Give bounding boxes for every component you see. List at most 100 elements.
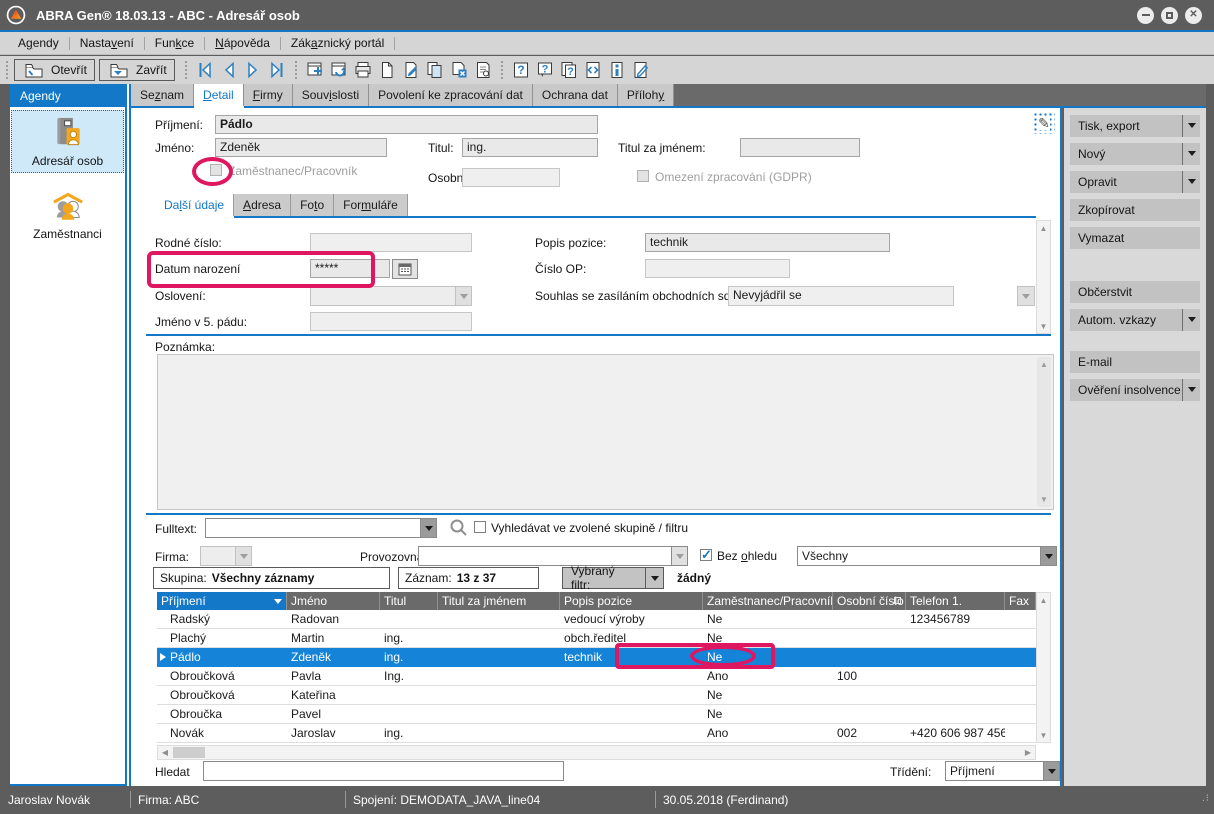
menu-funkce[interactable]: Funkce (145, 33, 204, 53)
scroll-up-icon[interactable]: ▲ (1037, 360, 1051, 369)
help-pages-icon[interactable]: ? (559, 60, 579, 80)
titul-za-jmenem-field[interactable] (740, 138, 860, 157)
autom-vzkazy-button[interactable]: Autom. vzkazy (1070, 309, 1200, 331)
scrollbar-thumb[interactable] (173, 747, 205, 758)
subtab-adresa[interactable]: Adresa (234, 194, 291, 216)
table-header[interactable]: PříjmeníJménoTitulTitul za jménemPopis p… (157, 592, 1036, 610)
close-button[interactable]: ✕ (1185, 7, 1202, 24)
resize-grip[interactable]: .⁝ (1202, 793, 1210, 811)
skupina-box[interactable]: Skupina:Všechny záznamy (153, 567, 390, 589)
fields-scrollbar[interactable]: ▲ ▼ (1036, 220, 1051, 334)
scroll-down-icon[interactable]: ▼ (1037, 319, 1050, 333)
jmeno-field[interactable]: Zdeněk (215, 138, 387, 157)
add-record-icon[interactable] (305, 60, 325, 80)
dropdown-arrow-icon[interactable] (1182, 309, 1200, 331)
poznamka-scrollbar[interactable]: ▲▼ (1037, 357, 1051, 507)
dropdown-arrow-icon[interactable] (1182, 171, 1200, 193)
vybrany-filtr-button[interactable]: Vybraný filtr: (562, 567, 664, 589)
novy-button[interactable]: Nový (1070, 143, 1200, 165)
tab-firmy[interactable]: Firmy (244, 84, 293, 106)
obcerstvit-button[interactable]: Občerstvit (1070, 281, 1200, 303)
previous-record-icon[interactable] (219, 60, 239, 80)
edit-document-icon[interactable] (401, 60, 421, 80)
column-header[interactable]: Jméno (287, 592, 380, 610)
calendar-button[interactable] (392, 259, 418, 279)
toolbar-grip[interactable] (295, 61, 297, 79)
edit-layout-icon[interactable]: ✎ (1033, 112, 1055, 134)
scroll-left-icon[interactable]: ◀ (158, 746, 172, 759)
sort-arrow-icon[interactable] (274, 599, 282, 608)
table-row[interactable]: ObroučkováKateřinaNe (157, 686, 1036, 705)
column-header[interactable]: Osobní číslo (833, 592, 906, 610)
sidebar-item-adresar-osob[interactable]: Adresář osob (11, 110, 124, 173)
hledat-input[interactable] (203, 761, 564, 781)
table-row[interactable]: NovákJaroslaving.Ano002+420 606 987 456 (157, 724, 1036, 743)
zkopirovat-button[interactable]: Zkopírovat (1070, 199, 1200, 221)
tab-souvislosti[interactable]: Souvislosti (293, 84, 369, 106)
column-option-icon[interactable] (894, 597, 901, 604)
new-document-icon[interactable] (377, 60, 397, 80)
toolbar-grip[interactable] (6, 61, 8, 79)
bez-ohledu-checkbox[interactable] (700, 549, 712, 561)
related-pages-icon[interactable] (583, 60, 603, 80)
popis-pozice-field[interactable]: technik (645, 233, 890, 252)
prijmeni-field[interactable]: Pádlo (215, 115, 598, 134)
context-help-icon[interactable]: ? (535, 60, 555, 80)
vymazat-button[interactable]: Vymazat (1070, 227, 1200, 249)
search-in-group-checkbox[interactable] (474, 521, 486, 533)
tab-detail[interactable]: Detail (194, 84, 244, 106)
column-header[interactable]: Popis pozice (560, 592, 703, 610)
tab-prilohy[interactable]: Přílohy (618, 84, 674, 106)
open-button[interactable]: Otevřít (14, 59, 95, 81)
scroll-down-icon[interactable]: ▼ (1037, 495, 1051, 504)
search-icon[interactable] (448, 517, 469, 538)
opravit-button[interactable]: Opravit (1070, 171, 1200, 193)
datum-narozeni-field[interactable]: ***** (310, 259, 390, 278)
table-vertical-scrollbar[interactable]: ▲ ▼ (1036, 592, 1051, 743)
column-header[interactable]: Telefon 1. (906, 592, 1005, 610)
table-row[interactable]: RadskýRadovanvedoucí výrobyNe123456789 (157, 610, 1036, 629)
email-button[interactable]: E-mail (1070, 351, 1200, 373)
table-row[interactable]: ObroučkováPavlaIng.Ano100 (157, 667, 1036, 686)
sidebar-item-zamestnanci[interactable]: Zaměstnanci (11, 187, 124, 245)
table-row[interactable]: ObroučkaPavelNe (157, 705, 1036, 724)
dropdown-arrow-icon[interactable] (671, 547, 687, 565)
menu-nastaveni[interactable]: Nastavení (70, 33, 144, 53)
help-icon[interactable]: ? (511, 60, 531, 80)
titul-field[interactable]: ing. (462, 138, 598, 157)
dropdown-arrow-icon[interactable] (1182, 115, 1200, 137)
document-list-icon[interactable] (473, 60, 493, 80)
next-record-icon[interactable] (243, 60, 263, 80)
menu-napoveda[interactable]: Nápověda (205, 33, 280, 53)
dropdown-arrow-icon[interactable] (420, 519, 436, 537)
print-icon[interactable] (353, 60, 373, 80)
column-header[interactable]: Fax (1005, 592, 1036, 610)
scroll-up-icon[interactable]: ▲ (1037, 221, 1050, 235)
maximize-button[interactable] (1161, 7, 1178, 24)
table-row[interactable]: PlachýMartining.obch.ředitelNe (157, 629, 1036, 648)
column-header[interactable]: Titul (380, 592, 438, 610)
fulltext-combobox[interactable] (205, 518, 437, 538)
info-icon[interactable] (607, 60, 627, 80)
delete-document-icon[interactable] (449, 60, 469, 80)
refresh-record-icon[interactable] (329, 60, 349, 80)
table-horizontal-scrollbar[interactable]: ◀ ▶ (157, 745, 1036, 760)
minimize-button[interactable] (1137, 7, 1154, 24)
overeni-insolvence-button[interactable]: Ověření insolvence (1070, 379, 1200, 401)
vsechny-combobox[interactable]: Všechny (797, 546, 1057, 566)
close-record-button[interactable]: Zavřít (99, 59, 175, 81)
toolbar-grip[interactable] (501, 61, 503, 79)
menu-zakaznicky-portal[interactable]: Zákaznický portál (281, 33, 394, 53)
edit-note-icon[interactable] (631, 60, 651, 80)
dropdown-arrow-icon[interactable] (645, 568, 663, 588)
first-record-icon[interactable] (195, 60, 215, 80)
column-header[interactable]: Příjmení (157, 592, 287, 610)
tab-ochrana-dat[interactable]: Ochrana dat (533, 84, 618, 106)
menu-agendy[interactable]: Agendy (8, 33, 69, 53)
dropdown-arrow-icon[interactable] (1043, 762, 1059, 780)
dropdown-arrow-icon[interactable] (1182, 379, 1200, 401)
scroll-right-icon[interactable]: ▶ (1021, 746, 1035, 759)
scroll-down-icon[interactable]: ▼ (1037, 728, 1050, 742)
trideni-combobox[interactable]: Příjmení (945, 761, 1060, 781)
provozovna-combobox[interactable] (418, 546, 688, 566)
